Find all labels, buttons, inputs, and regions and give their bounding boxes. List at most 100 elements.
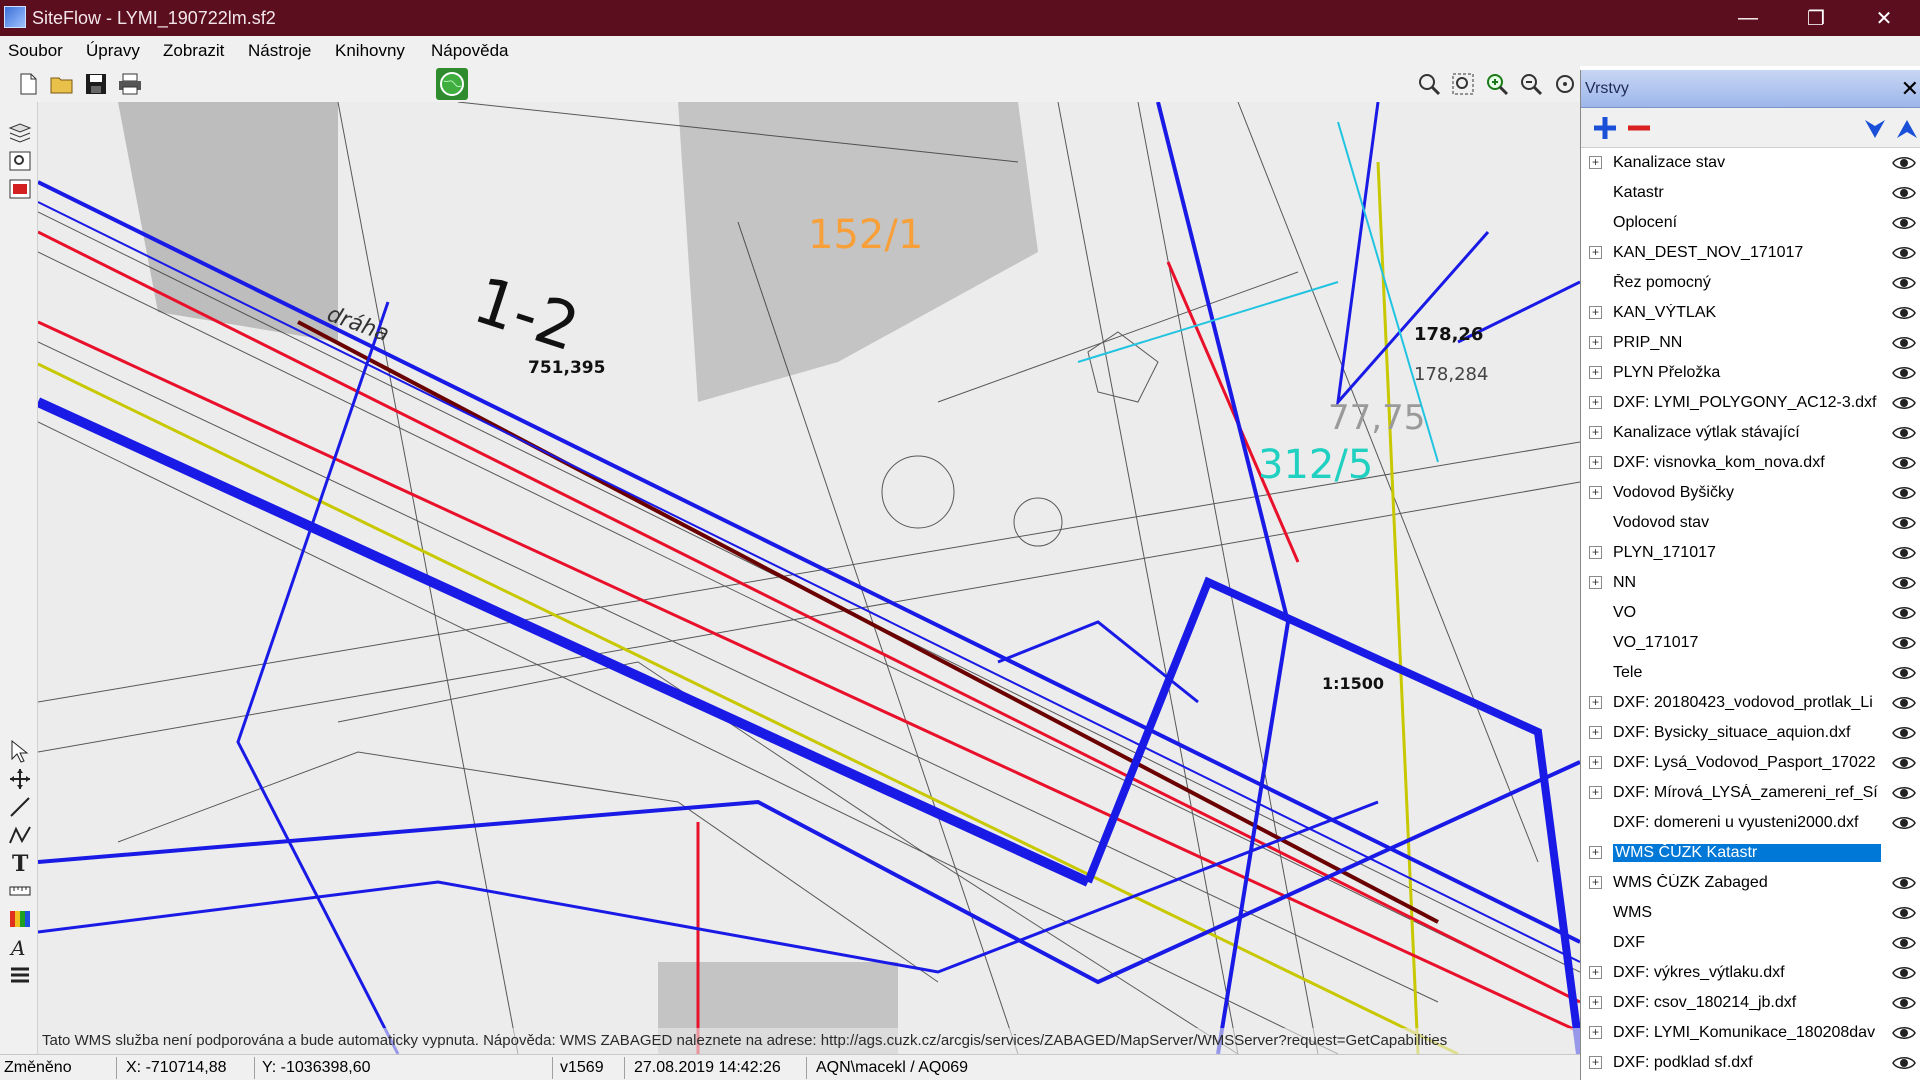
visibility-eye-icon[interactable] (1891, 1053, 1917, 1073)
expand-icon[interactable]: + (1589, 156, 1602, 169)
layer-name[interactable]: PRIP_NN (1613, 334, 1881, 352)
zoom-search-icon[interactable] (1414, 70, 1444, 98)
expand-icon[interactable]: + (1589, 1056, 1602, 1069)
visibility-eye-icon[interactable] (1891, 783, 1917, 803)
layer-row[interactable]: + WMS ČÚZK Katastr (1581, 838, 1920, 868)
expand-icon[interactable]: + (1589, 786, 1602, 799)
layer-name[interactable]: KAN_DEST_NOV_171017 (1613, 244, 1881, 262)
map-canvas[interactable]: 152/1 312/5 1-2 751,395 178,26 178,284 7… (38, 102, 1580, 1054)
layer-name[interactable]: DXF: Lysá_Vodovod_Pasport_17022 (1613, 754, 1881, 772)
expand-icon[interactable]: + (1589, 546, 1602, 559)
visibility-eye-icon[interactable] (1891, 213, 1917, 233)
visibility-eye-icon[interactable] (1891, 873, 1917, 893)
visibility-eye-icon[interactable] (1891, 723, 1917, 743)
visibility-eye-icon[interactable] (1891, 393, 1917, 413)
layer-row[interactable]: WMS (1581, 898, 1920, 928)
visibility-eye-icon[interactable] (1891, 363, 1917, 383)
layer-name[interactable]: DXF: výkres_výtlaku.dxf (1613, 964, 1881, 982)
find-icon[interactable] (6, 148, 34, 174)
visibility-eye-icon[interactable] (1891, 333, 1917, 353)
layer-name[interactable]: VO_171017 (1613, 634, 1881, 652)
close-button[interactable]: ✕ (1850, 0, 1918, 36)
layer-name[interactable]: PLYN_171017 (1613, 544, 1881, 562)
expand-icon[interactable]: + (1589, 966, 1602, 979)
layer-row[interactable]: + DXF: Bysicky_situace_aquion.dxf (1581, 718, 1920, 748)
expand-icon[interactable]: + (1589, 366, 1602, 379)
visibility-eye-icon[interactable] (1891, 933, 1917, 953)
menu-knihovny[interactable]: Knihovny (335, 41, 405, 61)
expand-icon[interactable]: + (1589, 396, 1602, 409)
layer-row[interactable]: + Kanalizace stav (1581, 148, 1920, 178)
layer-row[interactable]: + PRIP_NN (1581, 328, 1920, 358)
expand-icon[interactable]: + (1589, 486, 1602, 499)
annotation-icon[interactable]: A (6, 934, 34, 960)
layer-row[interactable]: + Vodovod Byšičky (1581, 478, 1920, 508)
visibility-eye-icon[interactable] (1891, 303, 1917, 323)
menu-napoveda[interactable]: Nápověda (431, 41, 509, 61)
menu-nastroje[interactable]: Nástroje (248, 41, 311, 61)
visibility-eye-icon[interactable] (1891, 813, 1917, 833)
visibility-eye-icon[interactable] (1891, 573, 1917, 593)
layer-name[interactable]: Katastr (1613, 184, 1881, 202)
record-icon[interactable] (6, 176, 34, 202)
layers-icon[interactable] (6, 120, 34, 146)
expand-icon[interactable]: + (1589, 456, 1602, 469)
visibility-eye-icon[interactable] (1891, 1023, 1917, 1043)
close-panel-icon[interactable]: ✕ (1901, 76, 1919, 102)
layer-row[interactable]: + DXF: podklad sf.dxf (1581, 1048, 1920, 1078)
maximize-button[interactable]: ❐ (1782, 0, 1850, 36)
layer-name[interactable]: Vodovod stav (1613, 514, 1881, 532)
layer-name[interactable]: DXF: 20180423_vodovod_protlak_Li (1613, 694, 1881, 712)
layer-row[interactable]: + DXF: výkres_výtlaku.dxf (1581, 958, 1920, 988)
move-up-icon[interactable] (1893, 114, 1920, 142)
layer-row[interactable]: + Kanalizace výtlak stávající (1581, 418, 1920, 448)
visibility-eye-icon[interactable] (1891, 993, 1917, 1013)
expand-icon[interactable]: + (1589, 726, 1602, 739)
visibility-eye-icon[interactable] (1891, 483, 1917, 503)
layer-name[interactable]: DXF: visnovka_kom_nova.dxf (1613, 454, 1881, 472)
layer-row[interactable]: VO_171017 (1581, 628, 1920, 658)
layer-name[interactable]: NN (1613, 574, 1881, 592)
expand-icon[interactable]: + (1589, 696, 1602, 709)
layer-name[interactable]: DXF: Mírová_LYSÁ_zamereni_ref_Sí (1613, 784, 1881, 802)
visibility-eye-icon[interactable] (1891, 753, 1917, 773)
layer-row[interactable]: + DXF: Mírová_LYSÁ_zamereni_ref_Sí (1581, 778, 1920, 808)
polyline-tool-icon[interactable] (6, 822, 34, 848)
layer-row[interactable]: DXF: domereni u vyusteni2000.dxf (1581, 808, 1920, 838)
line-tool-icon[interactable] (6, 794, 34, 820)
text-tool-icon[interactable]: T (6, 850, 34, 876)
expand-icon[interactable]: + (1589, 756, 1602, 769)
layer-row[interactable]: DXF (1581, 928, 1920, 958)
select-arrow-icon[interactable] (6, 738, 34, 764)
open-folder-icon[interactable] (48, 70, 76, 98)
visibility-eye-icon[interactable] (1891, 273, 1917, 293)
layer-name[interactable]: DXF: podklad sf.dxf (1613, 1054, 1881, 1072)
visibility-eye-icon[interactable] (1891, 153, 1917, 173)
save-icon[interactable] (82, 70, 110, 98)
print-icon[interactable] (116, 70, 144, 98)
layer-name[interactable]: VO (1613, 604, 1881, 622)
visibility-eye-icon[interactable] (1891, 243, 1917, 263)
layer-row[interactable]: + WMS ČÚZK Zabaged (1581, 868, 1920, 898)
expand-icon[interactable]: + (1589, 426, 1602, 439)
layer-row[interactable]: Katastr (1581, 178, 1920, 208)
layer-name[interactable]: WMS ČÚZK Katastr (1613, 844, 1881, 862)
expand-icon[interactable]: + (1589, 1026, 1602, 1039)
zoom-window-icon[interactable] (1448, 70, 1478, 98)
layer-row[interactable]: + KAN_DEST_NOV_171017 (1581, 238, 1920, 268)
layer-row[interactable]: + DXF: visnovka_kom_nova.dxf (1581, 448, 1920, 478)
visibility-eye-icon[interactable] (1891, 543, 1917, 563)
layer-row[interactable]: Vodovod stav (1581, 508, 1920, 538)
menu-upravy[interactable]: Úpravy (86, 41, 140, 61)
layer-name[interactable]: PLYN Přeložka (1613, 364, 1881, 382)
move-down-icon[interactable] (1861, 114, 1889, 142)
list-icon[interactable] (6, 962, 34, 988)
zoom-out-icon[interactable] (1516, 70, 1546, 98)
menu-zobrazit[interactable]: Zobrazit (163, 41, 224, 61)
expand-icon[interactable]: + (1589, 996, 1602, 1009)
layer-name[interactable]: DXF (1613, 934, 1881, 952)
zoom-extents-icon[interactable] (1550, 70, 1580, 98)
move-icon[interactable] (6, 766, 34, 792)
expand-icon[interactable]: + (1589, 306, 1602, 319)
layer-name[interactable]: DXF: domereni u vyusteni2000.dxf (1613, 814, 1881, 832)
